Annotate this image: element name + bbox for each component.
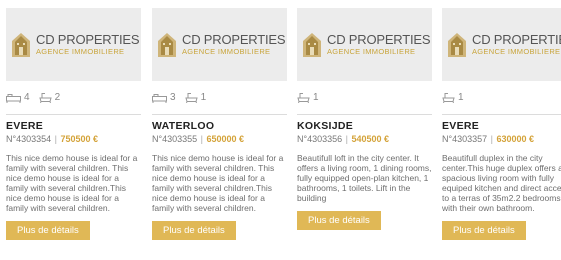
property-thumbnail[interactable]: CD PROPERTIES AGENCE IMMOBILIERE <box>442 8 561 81</box>
property-card: CD PROPERTIES AGENCE IMMOBILIERE 4 2 EVE… <box>6 8 141 240</box>
details-button[interactable]: Plus de détails <box>152 221 236 240</box>
property-city[interactable]: KOKSIJDE <box>297 120 432 132</box>
property-price: 650000 € <box>206 134 245 144</box>
bedrooms-count: 3 <box>170 92 176 103</box>
details-button[interactable]: Plus de détails <box>297 211 381 230</box>
brand-name: CD PROPERTIES <box>472 32 561 48</box>
property-features: 4 2 <box>6 87 141 108</box>
reference-number: N°4303356 <box>297 134 343 144</box>
property-price: 750500 € <box>60 134 99 144</box>
reference-number: N°4303354 <box>6 134 52 144</box>
property-card: CD PROPERTIES AGENCE IMMOBILIERE 1 EVERE… <box>442 8 561 240</box>
reference-number: N°4303355 <box>152 134 198 144</box>
house-crest-icon <box>448 32 466 57</box>
brand-logo: CD PROPERTIES AGENCE IMMOBILIERE <box>327 32 431 57</box>
reference-number: N°4303357 <box>442 134 488 144</box>
bathrooms-feature: 1 <box>184 92 207 103</box>
property-thumbnail[interactable]: CD PROPERTIES AGENCE IMMOBILIERE <box>297 8 432 81</box>
property-card: CD PROPERTIES AGENCE IMMOBILIERE 1 KOKSI… <box>297 8 432 230</box>
brand-name: CD PROPERTIES <box>182 32 286 48</box>
property-reference: N°4303355 | 650000 € <box>152 134 245 144</box>
bathrooms-feature: 1 <box>442 92 464 103</box>
bedrooms-feature: 4 <box>6 92 30 103</box>
brand-tagline: AGENCE IMMOBILIERE <box>472 47 561 57</box>
house-crest-icon <box>303 32 321 57</box>
property-thumbnail[interactable]: CD PROPERTIES AGENCE IMMOBILIERE <box>6 8 141 81</box>
brand-tagline: AGENCE IMMOBILIERE <box>182 47 271 57</box>
property-features: 3 1 <box>152 87 287 108</box>
property-reference: N°4303356 | 540500 € <box>297 134 390 144</box>
bathrooms-feature: 1 <box>297 92 319 103</box>
property-city[interactable]: EVERE <box>6 120 141 132</box>
property-description: Beautifull loft in the city center. It o… <box>297 153 432 203</box>
bathrooms-count: 1 <box>458 92 464 103</box>
property-description: This nice demo house is ideal for a fami… <box>6 153 138 213</box>
brand-logo: CD PROPERTIES AGENCE IMMOBILIERE <box>182 32 286 57</box>
property-grid: CD PROPERTIES AGENCE IMMOBILIERE 4 2 EVE… <box>0 0 561 260</box>
property-reference: N°4303357 | 630000 € <box>442 134 535 144</box>
property-features: 1 <box>442 87 561 108</box>
bedrooms-feature: 3 <box>152 92 176 103</box>
details-button[interactable]: Plus de détails <box>442 221 526 240</box>
card-divider <box>152 114 287 115</box>
property-features: 1 <box>297 87 432 108</box>
bathtub-icon <box>297 93 310 103</box>
property-city[interactable]: EVERE <box>442 120 561 132</box>
property-card: CD PROPERTIES AGENCE IMMOBILIERE 3 1 WAT… <box>152 8 287 240</box>
bed-icon <box>6 93 21 103</box>
bathrooms-count: 1 <box>313 92 319 103</box>
brand-logo: CD PROPERTIES AGENCE IMMOBILIERE <box>36 32 140 57</box>
bathtub-icon <box>442 93 455 103</box>
bathrooms-count: 2 <box>54 92 61 103</box>
property-description: This nice demo house is ideal for a fami… <box>152 153 284 213</box>
brand-name: CD PROPERTIES <box>327 32 431 48</box>
card-divider <box>442 114 561 115</box>
bathrooms-count: 1 <box>200 92 207 103</box>
house-crest-icon <box>158 32 176 57</box>
brand-name: CD PROPERTIES <box>36 32 140 48</box>
card-divider <box>6 114 141 115</box>
bathtub-icon <box>38 93 52 103</box>
bathrooms-feature: 2 <box>38 92 61 103</box>
property-city[interactable]: WATERLOO <box>152 120 287 132</box>
property-price: 630000 € <box>496 134 535 144</box>
brand-tagline: AGENCE IMMOBILIERE <box>327 47 416 57</box>
brand-logo: CD PROPERTIES AGENCE IMMOBILIERE <box>472 33 561 56</box>
house-crest-icon <box>12 32 30 57</box>
property-thumbnail[interactable]: CD PROPERTIES AGENCE IMMOBILIERE <box>152 8 287 81</box>
property-reference: N°4303354 | 750500 € <box>6 134 99 144</box>
brand-tagline: AGENCE IMMOBILIERE <box>36 47 125 57</box>
property-price: 540500 € <box>351 134 390 144</box>
bathtub-icon <box>184 93 198 103</box>
bed-icon <box>152 93 167 103</box>
card-divider <box>297 114 432 115</box>
bedrooms-count: 4 <box>24 92 30 103</box>
property-description: Beautifull duplex in the city center.Thi… <box>442 153 561 213</box>
details-button[interactable]: Plus de détails <box>6 221 90 240</box>
